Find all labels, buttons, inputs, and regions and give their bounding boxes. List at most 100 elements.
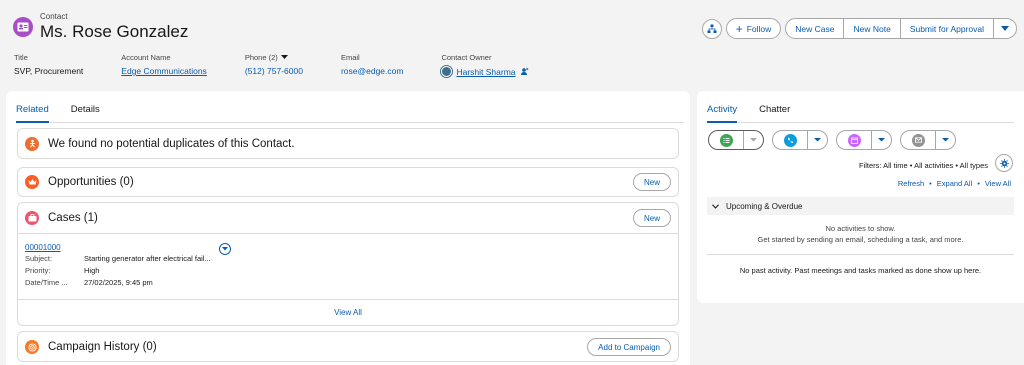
field-label: Account Name xyxy=(121,53,171,62)
field-account: Account Name Edge Communications xyxy=(121,53,207,77)
plus-icon: + xyxy=(735,21,743,36)
email-link[interactable]: rose@edge.com xyxy=(341,66,404,76)
new-case-related-button[interactable]: New xyxy=(632,209,671,227)
object-type-label: Contact xyxy=(40,12,68,21)
action-button-group: New Case New Note Submit for Approval xyxy=(785,18,1017,39)
no-activities-line: No activities to show. xyxy=(825,224,896,233)
activity-links: Refresh • Expand All • View All xyxy=(898,179,1011,188)
call-dropdown-button[interactable] xyxy=(807,131,827,149)
case-subject-link[interactable]: Starting generator after electrical fail… xyxy=(84,253,211,265)
activity-panel: Activity Chatter Filters: All time • All… xyxy=(697,91,1024,303)
chevron-down-icon xyxy=(222,247,228,251)
past-activity-message: No past activity. Past meetings and task… xyxy=(739,266,982,275)
new-note-button[interactable]: New Note xyxy=(843,18,901,39)
calendar-icon xyxy=(847,133,861,147)
cases-title[interactable]: Cases (1) xyxy=(48,212,98,224)
no-activities-message: No activities to show. Get started by se… xyxy=(707,223,1014,245)
record-header: Contact Ms. Rose Gonzalez + Follow New C… xyxy=(0,0,1024,86)
expand-all-link[interactable]: Expand All xyxy=(937,179,972,188)
duplicates-card: We found no potential duplicates of this… xyxy=(17,128,679,159)
new-event-button[interactable] xyxy=(837,131,871,149)
task-icon xyxy=(719,133,733,147)
new-event-group xyxy=(836,130,892,150)
opportunities-title[interactable]: Opportunities (0) xyxy=(48,176,134,188)
field-label: Contact Owner xyxy=(441,53,492,62)
log-call-button[interactable] xyxy=(773,131,807,149)
case-field-row: Priority: High xyxy=(25,265,671,277)
new-task-group xyxy=(708,130,764,150)
tab-chatter[interactable]: Chatter xyxy=(759,91,790,123)
crown-icon xyxy=(25,175,39,189)
chevron-down-icon xyxy=(712,203,719,209)
campaign-history-title[interactable]: Campaign History (0) xyxy=(48,341,157,353)
phone-dropdown[interactable]: Phone (2) xyxy=(245,53,303,62)
cases-view-all-link[interactable]: View All xyxy=(18,299,678,325)
send-email-group xyxy=(900,130,956,150)
field-label: Title xyxy=(14,53,28,62)
field-phone: Phone (2) (512) 757-6000 xyxy=(245,53,303,77)
page-title: Ms. Rose Gonzalez xyxy=(40,22,189,41)
separator: • xyxy=(977,179,980,188)
task-dropdown-button[interactable] xyxy=(743,131,763,149)
chevron-down-icon xyxy=(878,138,885,142)
chevron-down-icon xyxy=(942,138,949,142)
chevron-down-icon xyxy=(750,138,757,142)
header-actions: + Follow New Case New Note Submit for Ap… xyxy=(701,18,1017,39)
case-number-link[interactable]: 00001000 xyxy=(25,243,671,252)
tab-activity[interactable]: Activity xyxy=(707,91,738,123)
upcoming-overdue-label: Upcoming & Overdue xyxy=(726,201,803,211)
account-link[interactable]: Edge Communications xyxy=(121,66,207,76)
follow-button[interactable]: + Follow xyxy=(725,18,782,39)
email-dropdown-button[interactable] xyxy=(935,131,955,149)
new-case-button[interactable]: New Case xyxy=(785,18,845,39)
related-tabs: Related Details xyxy=(16,91,684,123)
phone-link[interactable]: (512) 757-6000 xyxy=(245,66,303,76)
chevron-down-icon xyxy=(814,138,821,142)
case-field-value: High xyxy=(84,266,100,275)
org-chart-button[interactable] xyxy=(701,18,722,39)
case-field-value: 27/02/2025, 9:45 pm xyxy=(84,278,153,287)
cases-card: Cases (1) New 00001000 Subject: Starting… xyxy=(17,202,679,326)
contact-icon xyxy=(13,17,33,37)
case-field-label: Date/Time ... xyxy=(25,278,68,287)
view-all-link[interactable]: View All xyxy=(985,179,1011,188)
tab-details[interactable]: Details xyxy=(71,91,100,123)
target-icon xyxy=(25,340,39,354)
phone-icon xyxy=(783,133,797,147)
upcoming-overdue-section[interactable]: Upcoming & Overdue xyxy=(707,197,1014,215)
field-value: SVP, Procurement xyxy=(14,66,84,76)
case-field-label: Subject: xyxy=(25,254,53,263)
activity-tabs: Activity Chatter xyxy=(707,91,1014,123)
follow-label: Follow xyxy=(746,23,772,34)
duplicates-message: We found no potential duplicates of this… xyxy=(48,137,295,150)
related-panel: Related Details We found no potential du… xyxy=(6,91,690,365)
opportunities-card: Opportunities (0) New xyxy=(17,167,679,197)
owner-link[interactable]: Harshit Sharma xyxy=(456,67,515,77)
filter-settings-button[interactable] xyxy=(995,154,1013,172)
new-opportunity-button[interactable]: New xyxy=(632,173,671,191)
campaign-history-card: Campaign History (0) Add to Campaign xyxy=(17,331,679,362)
more-actions-button[interactable] xyxy=(993,18,1017,39)
change-owner-icon[interactable] xyxy=(520,67,529,76)
highlights-fields: Title SVP, Procurement Account Name Edge… xyxy=(14,53,567,77)
chevron-down-icon xyxy=(1001,25,1009,31)
log-call-group xyxy=(772,130,828,150)
avatar xyxy=(441,66,453,77)
add-to-campaign-button[interactable]: Add to Campaign xyxy=(587,338,671,356)
divider xyxy=(707,254,1014,255)
tab-related[interactable]: Related xyxy=(16,91,49,123)
case-row-actions-button[interactable] xyxy=(219,243,231,255)
case-field-row: Date/Time ... 27/02/2025, 9:45 pm xyxy=(25,277,671,289)
field-label: Email xyxy=(340,53,360,62)
field-owner: Contact Owner Harshit Sharma xyxy=(441,53,529,77)
submit-for-approval-button[interactable]: Submit for Approval xyxy=(899,18,994,39)
no-activities-hint: Get started by sending an email, schedul… xyxy=(757,235,964,244)
owner-value: Harshit Sharma xyxy=(441,66,529,77)
send-email-button[interactable] xyxy=(901,131,935,149)
case-tile: 00001000 Subject: Starting generator aft… xyxy=(18,233,678,299)
refresh-link[interactable]: Refresh xyxy=(898,179,924,188)
event-dropdown-button[interactable] xyxy=(871,131,891,149)
field-email: Email rose@edge.com xyxy=(341,53,404,77)
caret-down-icon xyxy=(280,55,288,59)
new-task-button[interactable] xyxy=(709,131,743,149)
